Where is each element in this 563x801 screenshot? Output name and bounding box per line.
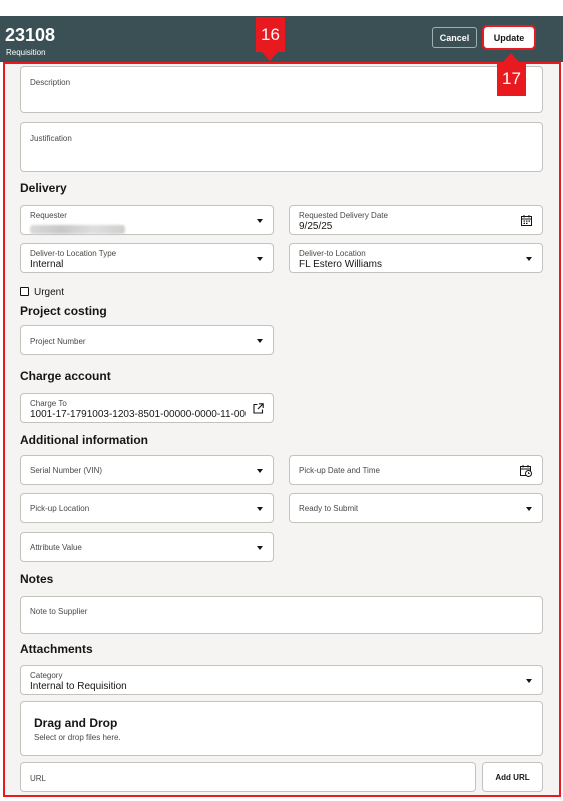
justification-label: Justification <box>30 134 72 143</box>
chevron-down-icon <box>257 257 263 261</box>
cancel-button[interactable]: Cancel <box>432 27 477 48</box>
deliver-to-location-value: FL Estero Williams <box>299 259 382 270</box>
chevron-down-icon <box>526 679 532 683</box>
charge-account-heading: Charge account <box>20 369 111 383</box>
project-number-placeholder: Project Number <box>30 337 86 346</box>
requester-redacted-value <box>30 225 125 234</box>
additional-information-heading: Additional information <box>20 433 148 447</box>
attribute-value-placeholder: Attribute Value <box>30 543 82 552</box>
description-label: Description <box>30 78 71 87</box>
charge-to-value: 1001-17-1791003-1203-8501-00000-0000-11-… <box>30 409 246 420</box>
charge-to-label: Charge To <box>30 399 67 408</box>
deliver-to-location-select[interactable]: Deliver-to Location FL Estero Williams <box>289 243 543 273</box>
category-value: Internal to Requisition <box>30 681 127 692</box>
url-input[interactable]: URL <box>20 762 476 792</box>
attribute-value-select[interactable]: Attribute Value <box>20 532 274 562</box>
chevron-down-icon <box>257 546 263 550</box>
page-subtitle: Requisition <box>6 48 46 57</box>
notes-heading: Notes <box>20 572 54 586</box>
project-number-select[interactable]: Project Number <box>20 325 274 355</box>
urgent-label: Urgent <box>34 287 65 298</box>
requested-delivery-date-value: 9/25/25 <box>299 221 333 232</box>
description-field[interactable]: Description <box>20 66 543 113</box>
external-link-icon[interactable] <box>253 403 264 414</box>
chevron-down-icon <box>257 339 263 343</box>
justification-field[interactable]: Justification <box>20 122 543 172</box>
delivery-heading: Delivery <box>20 181 67 195</box>
pickup-date-time-field[interactable]: Pick-up Date and Time <box>289 455 543 485</box>
charge-to-field[interactable]: Charge To 1001-17-1791003-1203-8501-0000… <box>20 393 274 423</box>
project-costing-heading: Project costing <box>20 304 107 318</box>
drag-drop-subtitle: Select or drop files here. <box>34 733 121 742</box>
requisition-number: 23108 <box>5 25 56 45</box>
callout-marker-16: 16 <box>256 17 285 61</box>
chevron-down-icon <box>257 219 263 223</box>
requester-select[interactable]: Requester <box>20 205 274 235</box>
callout-marker-17: 17 <box>497 53 526 96</box>
calendar-clock-icon[interactable] <box>520 465 532 477</box>
pickup-location-select[interactable]: Pick-up Location <box>20 493 274 523</box>
chevron-down-icon <box>257 507 263 511</box>
serial-number-select[interactable]: Serial Number (VIN) <box>20 455 274 485</box>
ready-to-submit-select[interactable]: Ready to Submit <box>289 493 543 523</box>
deliver-to-location-label: Deliver-to Location <box>299 249 366 258</box>
category-label: Category <box>30 671 63 680</box>
chevron-down-icon <box>257 469 263 473</box>
requested-delivery-date-label: Requested Delivery Date <box>299 211 388 220</box>
attachments-heading: Attachments <box>20 642 93 656</box>
urgent-checkbox[interactable] <box>20 287 29 296</box>
serial-number-placeholder: Serial Number (VIN) <box>30 466 103 475</box>
note-to-supplier-field[interactable]: Note to Supplier <box>20 596 543 634</box>
update-button[interactable]: Update <box>482 25 536 50</box>
note-to-supplier-label: Note to Supplier <box>30 607 88 616</box>
add-url-button[interactable]: Add URL <box>482 762 543 792</box>
requested-delivery-date-field[interactable]: Requested Delivery Date 9/25/25 <box>289 205 543 235</box>
calendar-icon[interactable] <box>521 215 532 226</box>
deliver-to-location-type-select[interactable]: Deliver-to Location Type Internal <box>20 243 274 273</box>
deliver-to-location-type-label: Deliver-to Location Type <box>30 249 117 258</box>
category-select[interactable]: Category Internal to Requisition <box>20 665 543 695</box>
chevron-down-icon <box>526 507 532 511</box>
ready-to-submit-placeholder: Ready to Submit <box>299 504 359 513</box>
requester-label: Requester <box>30 211 67 220</box>
chevron-down-icon <box>526 257 532 261</box>
pickup-location-placeholder: Pick-up Location <box>30 504 90 513</box>
deliver-to-location-type-value: Internal <box>30 259 64 270</box>
url-placeholder: URL <box>30 774 47 783</box>
drag-drop-title: Drag and Drop <box>34 716 118 730</box>
pickup-date-time-placeholder: Pick-up Date and Time <box>299 466 380 475</box>
